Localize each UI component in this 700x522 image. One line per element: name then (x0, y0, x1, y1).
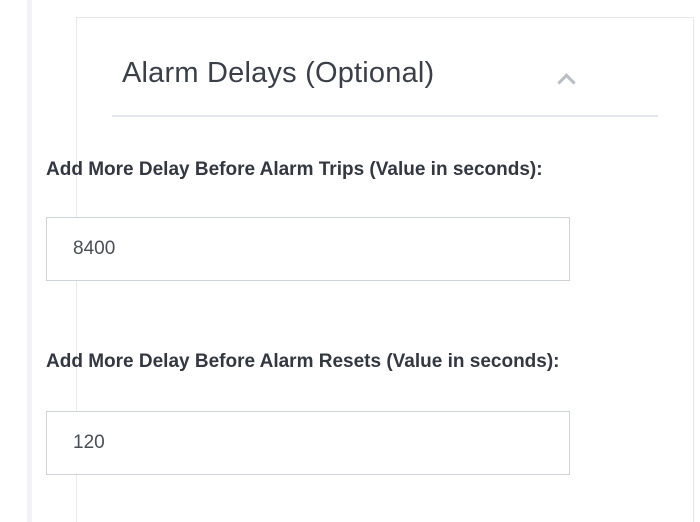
alarm-reset-delay-input[interactable] (46, 411, 570, 475)
chevron-up-icon (557, 73, 576, 92)
left-gutter (0, 0, 28, 522)
alarm-reset-delay-label: Add More Delay Before Alarm Resets (Valu… (46, 351, 560, 372)
alarm-trip-delay-label: Add More Delay Before Alarm Trips (Value… (46, 159, 543, 180)
card-title: Alarm Delays (Optional) (122, 57, 435, 89)
left-divider (27, 0, 32, 522)
card-header[interactable]: Alarm Delays (Optional) (112, 51, 658, 117)
alarm-trip-delay-input[interactable] (46, 217, 570, 281)
collapse-toggle-button[interactable] (552, 63, 582, 93)
page: Alarm Delays (Optional) Add More Delay B… (0, 0, 700, 522)
